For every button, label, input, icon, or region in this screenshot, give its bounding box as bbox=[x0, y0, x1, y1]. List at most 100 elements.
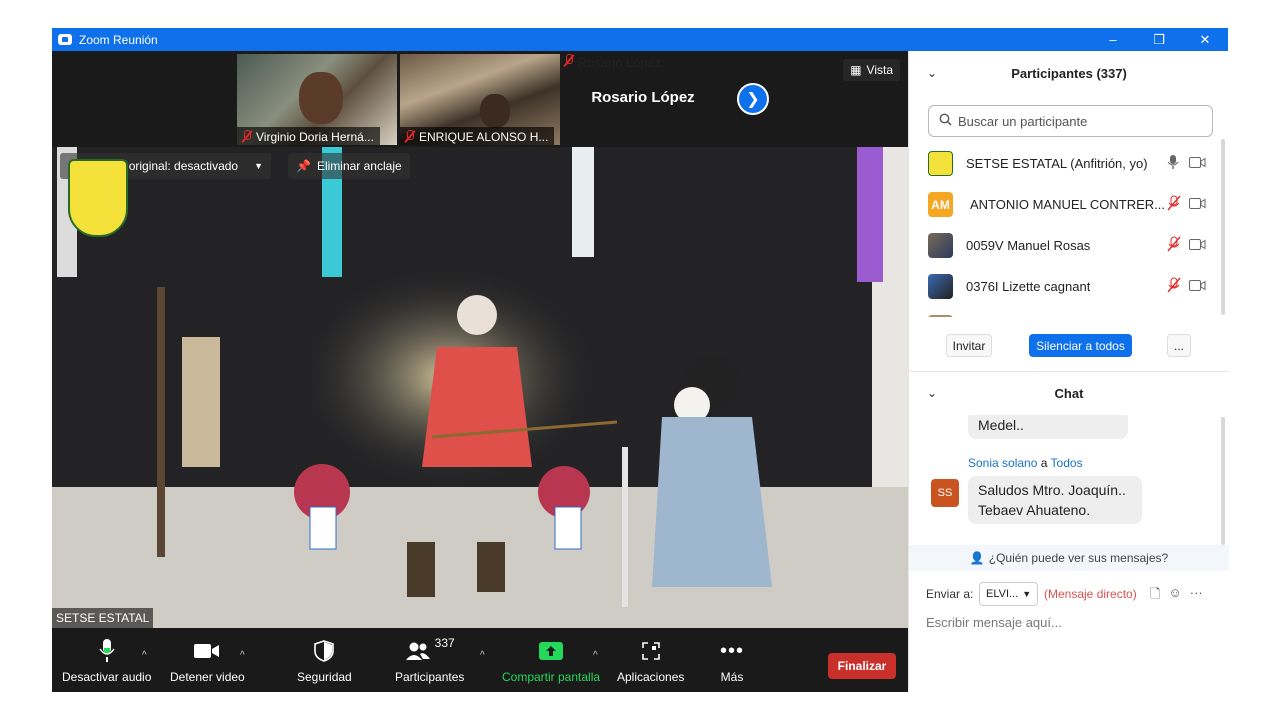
avatar bbox=[928, 315, 953, 317]
participants-icon: 337 bbox=[405, 636, 455, 664]
participant-list: SETSE ESTATAL (Anfitrión, yo) AM ANTONIO… bbox=[909, 143, 1229, 317]
avatar bbox=[928, 151, 953, 176]
end-meeting-button[interactable]: Finalizar bbox=[828, 653, 896, 679]
restore-button[interactable]: ❐ bbox=[1136, 28, 1182, 51]
participant-thumbnail[interactable]: Virginio Doria Herná... bbox=[237, 54, 397, 145]
security-button[interactable]: Seguridad bbox=[297, 638, 352, 684]
muted-mic-icon[interactable] bbox=[1167, 236, 1181, 255]
who-can-see-label: ¿Quién puede ver sus mensajes? bbox=[988, 551, 1169, 565]
participants-header: ⌄ Participantes (337) bbox=[909, 51, 1229, 95]
side-panel: ⌄ Participantes (337) Buscar un particip… bbox=[908, 51, 1229, 692]
participant-search-input[interactable]: Buscar un participante bbox=[928, 105, 1213, 137]
chat-recipient[interactable]: Todos bbox=[1051, 456, 1083, 470]
chat-sender[interactable]: Sonia solano bbox=[968, 456, 1037, 470]
more-dots-icon[interactable]: ··· bbox=[1190, 585, 1203, 607]
camera-icon[interactable] bbox=[1189, 156, 1206, 171]
chat-bubble: Medel.. bbox=[968, 415, 1128, 439]
who-can-see-messages-link[interactable]: 👤 ¿Quién puede ver sus mensajes? bbox=[909, 545, 1229, 571]
collapse-chevron-icon[interactable]: ⌄ bbox=[927, 66, 937, 80]
share-screen-button[interactable]: Compartir pantalla bbox=[502, 638, 600, 684]
participants-count: 337 bbox=[434, 636, 455, 650]
chat-bubble: Saludos Mtro. Joaquín.. Tebaev Ahuateno. bbox=[968, 476, 1142, 524]
setse-logo bbox=[68, 159, 128, 237]
camera-icon[interactable] bbox=[1189, 238, 1206, 253]
invite-button[interactable]: Invitar bbox=[946, 334, 992, 357]
speaker-name-tag: SETSE ESTATAL bbox=[52, 608, 154, 628]
mute-audio-button[interactable]: Desactivar audio bbox=[62, 638, 151, 684]
participants-more-button[interactable]: ... bbox=[1167, 334, 1191, 357]
participant-thumbnail-namecard[interactable]: Rosario López Rosario López bbox=[563, 54, 723, 145]
chevron-down-icon: ▼ bbox=[1022, 589, 1032, 599]
emoji-icon[interactable]: ☺ bbox=[1168, 585, 1181, 607]
main-video: Sonido original: desactivado ▼ 📌 Elimina… bbox=[52, 147, 908, 628]
stop-video-label: Detener video bbox=[170, 670, 245, 684]
more-label: Más bbox=[720, 670, 744, 684]
more-button[interactable]: ••• Más bbox=[720, 638, 745, 685]
unpin-button[interactable]: 📌 Eliminar anclaje bbox=[288, 153, 410, 179]
camera-icon[interactable] bbox=[1189, 197, 1206, 212]
participants-button[interactable]: 337 Participantes bbox=[395, 636, 465, 684]
window-title: Zoom Reunión bbox=[79, 32, 158, 47]
recipient-value: ELVI... bbox=[986, 588, 1019, 600]
muted-mic-icon bbox=[404, 130, 415, 143]
minimize-button[interactable]: – bbox=[1090, 28, 1136, 51]
thumbnail-strip: Virginio Doria Herná... ENRIQUE ALONSO H… bbox=[52, 51, 908, 147]
avatar bbox=[928, 233, 953, 258]
search-placeholder: Buscar un participante bbox=[958, 113, 1088, 129]
participants-label: Participantes bbox=[395, 670, 465, 684]
mute-all-button[interactable]: Silenciar a todos bbox=[1029, 334, 1132, 357]
participant-row[interactable]: SETSE ESTATAL (Anfitrión, yo) bbox=[909, 143, 1219, 184]
more-dots-icon: ••• bbox=[720, 639, 745, 662]
participant-name: SETSE ESTATAL (Anfitrión, yo) bbox=[966, 156, 1148, 171]
view-label: Vista bbox=[866, 63, 893, 77]
camera-icon[interactable] bbox=[1189, 279, 1206, 294]
share-options-caret-icon[interactable]: ^ bbox=[593, 650, 598, 661]
microphone-icon[interactable] bbox=[1167, 154, 1179, 173]
apps-label: Aplicaciones bbox=[617, 670, 685, 684]
next-page-arrow-icon[interactable]: ❯ bbox=[737, 83, 769, 115]
apps-button[interactable]: Aplicaciones bbox=[617, 638, 684, 684]
stage-scene bbox=[52, 147, 908, 628]
participant-name: 0059V Manuel Rosas bbox=[966, 238, 1091, 253]
close-button[interactable]: ✕ bbox=[1182, 28, 1228, 51]
grid-icon: ▦ bbox=[850, 63, 862, 77]
window-titlebar: Zoom Reunión – ❐ ✕ bbox=[52, 28, 1228, 51]
namecard-name: Rosario López bbox=[591, 89, 695, 106]
chat-message-line: Saludos Mtro. Joaquín.. bbox=[978, 482, 1126, 498]
stop-video-button[interactable]: Detener video bbox=[170, 638, 245, 684]
camera-icon bbox=[194, 638, 220, 664]
apps-icon bbox=[641, 638, 661, 664]
share-screen-label: Compartir pantalla bbox=[502, 670, 601, 684]
chat-message-input[interactable]: Escribir mensaje aquí... bbox=[926, 615, 1062, 630]
security-label: Seguridad bbox=[297, 670, 352, 684]
zoom-app-icon bbox=[58, 34, 72, 45]
view-button[interactable]: ▦ Vista bbox=[843, 59, 900, 81]
file-icon[interactable]: 🗋 bbox=[1150, 585, 1160, 607]
participant-name: ANTONIO MANUEL CONTRER... bbox=[970, 197, 1166, 212]
muted-mic-icon[interactable] bbox=[1167, 195, 1181, 214]
muted-mic-icon[interactable] bbox=[1167, 277, 1181, 296]
avatar: AM bbox=[928, 192, 953, 217]
participant-list-scrollbar[interactable] bbox=[1221, 139, 1225, 315]
video-options-caret-icon[interactable]: ^ bbox=[240, 650, 245, 661]
mute-audio-label: Desactivar audio bbox=[62, 670, 152, 684]
participant-row[interactable]: 0059V Manuel Rosas bbox=[909, 225, 1219, 266]
muted-mic-icon bbox=[241, 130, 252, 143]
chevron-down-icon: ▼ bbox=[254, 161, 264, 171]
collapse-chevron-icon[interactable]: ⌄ bbox=[927, 386, 937, 400]
audio-options-caret-icon[interactable]: ^ bbox=[142, 650, 147, 661]
avatar bbox=[928, 274, 953, 299]
chat-sender-line: Sonia solano a Todos bbox=[968, 456, 1083, 470]
direct-message-label: (Mensaje directo) bbox=[1044, 587, 1137, 601]
participant-row[interactable]: AM ANTONIO MANUEL CONTRER... bbox=[909, 184, 1219, 225]
thumbnail-name: Virginio Doria Herná... bbox=[256, 129, 374, 144]
participant-row[interactable]: 0376I Lizette cagnant bbox=[909, 266, 1219, 307]
chat-messages: Medel.. Sonia solano a Todos SS Saludos … bbox=[909, 415, 1229, 545]
person-lock-icon: 👤 bbox=[969, 551, 985, 565]
participants-options-caret-icon[interactable]: ^ bbox=[480, 650, 485, 661]
chat-scrollbar[interactable] bbox=[1221, 417, 1225, 545]
recipient-dropdown[interactable]: ELVI... ▼ bbox=[979, 582, 1039, 606]
participant-thumbnail[interactable]: ENRIQUE ALONSO H... bbox=[400, 54, 560, 145]
participant-row[interactable] bbox=[909, 307, 1219, 317]
chat-message-line: Tebaev Ahuateno. bbox=[978, 502, 1091, 518]
